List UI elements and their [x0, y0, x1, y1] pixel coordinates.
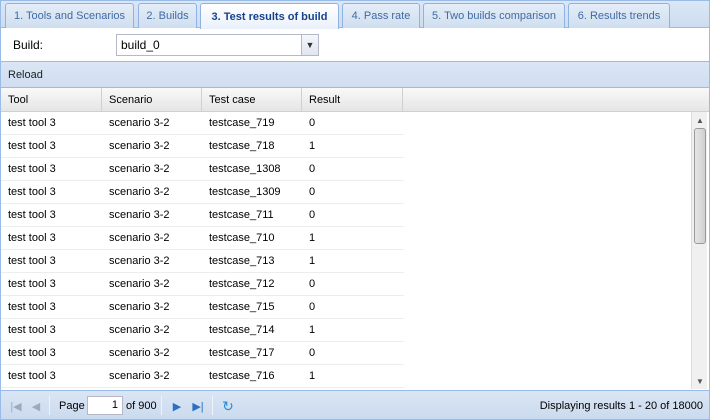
cell-test-case: testcase_717	[209, 347, 275, 359]
cell-scenario: scenario 3-2	[109, 209, 170, 221]
cell-result: 1	[309, 255, 316, 267]
table-row[interactable]: test tool 3 scenario 3-2 testcase_710 1	[1, 227, 404, 250]
paging-toolbar: |◀ ◀ Page 1 of 900 ▶ ▶| ↻ Displaying res…	[1, 390, 709, 419]
page-number-input[interactable]: 1	[87, 396, 123, 415]
paging-display-text: Displaying results 1 - 20 of 18000	[539, 400, 703, 412]
scroll-up-icon[interactable]: ▲	[692, 113, 708, 127]
cell-tool: test tool 3	[8, 209, 56, 221]
cell-test-case: testcase_714	[209, 324, 275, 336]
column-header-test-case[interactable]: Test case	[202, 88, 302, 112]
column-header-scenario[interactable]: Scenario	[102, 88, 202, 112]
cell-test-case: testcase_716	[209, 370, 275, 382]
cell-result: 0	[309, 301, 316, 313]
tab-results-trends[interactable]: 6. Results trends	[568, 3, 670, 28]
build-label: Build:	[13, 38, 44, 52]
cell-test-case: testcase_713	[209, 255, 275, 267]
cell-result: 0	[309, 278, 316, 290]
scroll-down-icon[interactable]: ▼	[692, 374, 708, 388]
cell-scenario: scenario 3-2	[109, 255, 170, 267]
cell-result: 0	[309, 163, 316, 175]
cell-result: 1	[309, 370, 316, 382]
chevron-down-icon[interactable]: ▼	[301, 35, 318, 55]
table-row[interactable]: test tool 3 scenario 3-2 testcase_714 1	[1, 319, 404, 342]
first-page-icon[interactable]: |◀	[8, 398, 24, 414]
tab-two-builds-comparison[interactable]: 5. Two builds comparison	[423, 3, 565, 28]
column-header-tool[interactable]: Tool	[1, 88, 102, 112]
cell-tool: test tool 3	[8, 140, 56, 152]
cell-tool: test tool 3	[8, 370, 56, 382]
cell-result: 0	[309, 209, 316, 221]
cell-scenario: scenario 3-2	[109, 117, 170, 129]
cell-scenario: scenario 3-2	[109, 301, 170, 313]
tab-pass-rate[interactable]: 4. Pass rate	[342, 3, 420, 28]
cell-tool: test tool 3	[8, 186, 56, 198]
cell-scenario: scenario 3-2	[109, 186, 170, 198]
table-row[interactable]: test tool 3 scenario 3-2 testcase_718 1	[1, 135, 404, 158]
cell-test-case: testcase_715	[209, 301, 275, 313]
cell-scenario: scenario 3-2	[109, 324, 170, 336]
cell-tool: test tool 3	[8, 255, 56, 267]
cell-scenario: scenario 3-2	[109, 232, 170, 244]
next-page-icon[interactable]: ▶	[169, 398, 185, 414]
cell-test-case: testcase_1309	[209, 186, 281, 198]
cell-tool: test tool 3	[8, 278, 56, 290]
cell-scenario: scenario 3-2	[109, 347, 170, 359]
cell-result: 0	[309, 347, 316, 359]
cell-test-case: testcase_711	[209, 209, 274, 221]
build-combo-value[interactable]: build_0	[121, 38, 160, 52]
cell-scenario: scenario 3-2	[109, 140, 170, 152]
cell-tool: test tool 3	[8, 117, 56, 129]
table-row[interactable]: test tool 3 scenario 3-2 testcase_715 0	[1, 296, 404, 319]
page-label: Page	[59, 400, 85, 412]
table-row[interactable]: test tool 3 scenario 3-2 testcase_719 0	[1, 112, 404, 135]
cell-result: 0	[309, 117, 316, 129]
grid-toolbar: Reload	[1, 61, 709, 88]
cell-result: 0	[309, 186, 316, 198]
cell-tool: test tool 3	[8, 163, 56, 175]
app-panel: 1. Tools and Scenarios 2. Builds 3. Test…	[0, 0, 710, 420]
refresh-icon[interactable]: ↻	[220, 398, 236, 414]
reload-button[interactable]: Reload	[8, 69, 43, 81]
cell-test-case: testcase_710	[209, 232, 275, 244]
cell-tool: test tool 3	[8, 232, 56, 244]
column-header-result[interactable]: Result	[302, 88, 403, 112]
grid-header: Tool Scenario Test case Result	[1, 88, 709, 112]
table-row[interactable]: test tool 3 scenario 3-2 testcase_711 0	[1, 204, 404, 227]
paging-separator	[161, 396, 162, 415]
build-selector-row: Build: build_0 ▼	[1, 29, 709, 61]
cell-scenario: scenario 3-2	[109, 370, 170, 382]
tab-test-results-of-build[interactable]: 3. Test results of build	[200, 3, 339, 29]
cell-result: 1	[309, 140, 316, 152]
table-row[interactable]: test tool 3 scenario 3-2 testcase_716 1	[1, 365, 404, 388]
cell-scenario: scenario 3-2	[109, 163, 170, 175]
scrollbar-thumb[interactable]	[694, 128, 706, 244]
cell-tool: test tool 3	[8, 301, 56, 313]
grid-body: test tool 3 scenario 3-2 testcase_719 0 test…	[1, 112, 691, 389]
table-row[interactable]: test tool 3 scenario 3-2 testcase_712 0	[1, 273, 404, 296]
cell-test-case: testcase_712	[209, 278, 275, 290]
tab-strip: 1. Tools and Scenarios 2. Builds 3. Test…	[1, 1, 709, 29]
paging-separator	[212, 396, 213, 415]
cell-scenario: scenario 3-2	[109, 278, 170, 290]
table-row[interactable]: test tool 3 scenario 3-2 testcase_1308 0	[1, 158, 404, 181]
cell-tool: test tool 3	[8, 347, 56, 359]
cell-test-case: testcase_719	[209, 117, 275, 129]
prev-page-icon[interactable]: ◀	[28, 398, 44, 414]
tab-tools-and-scenarios[interactable]: 1. Tools and Scenarios	[5, 3, 134, 28]
table-row[interactable]: test tool 3 scenario 3-2 testcase_1309 0	[1, 181, 404, 204]
table-row[interactable]: test tool 3 scenario 3-2 testcase_717 0	[1, 342, 404, 365]
cell-test-case: testcase_718	[209, 140, 275, 152]
last-page-icon[interactable]: ▶|	[190, 398, 206, 414]
vertical-scrollbar[interactable]: ▲ ▼	[691, 112, 707, 389]
table-row[interactable]: test tool 3 scenario 3-2 testcase_713 1	[1, 250, 404, 273]
cell-result: 1	[309, 324, 316, 336]
cell-test-case: testcase_1308	[209, 163, 281, 175]
build-combo[interactable]: build_0 ▼	[116, 34, 319, 56]
page-count-label: of 900	[126, 400, 157, 412]
cell-tool: test tool 3	[8, 324, 56, 336]
tab-builds[interactable]: 2. Builds	[138, 3, 197, 28]
paging-separator	[49, 396, 50, 415]
cell-result: 1	[309, 232, 316, 244]
